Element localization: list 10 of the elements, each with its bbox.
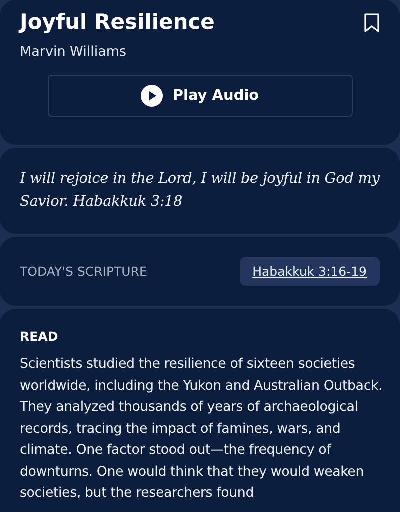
scripture-link[interactable]: Habakkuk 3:16-19 bbox=[240, 257, 380, 286]
article-title: Joyful Resilience bbox=[20, 9, 215, 35]
scripture-label: TODAY'S SCRIPTURE bbox=[20, 264, 148, 279]
play-audio-button[interactable]: Play Audio bbox=[48, 75, 352, 117]
verse-text: I will rejoice in the Lord, I will be joyful in God my Savior. Habakkuk 3:18 bbox=[20, 170, 380, 212]
author-name: Marvin Williams bbox=[20, 43, 128, 61]
bookmark-icon[interactable] bbox=[364, 13, 380, 33]
play-icon bbox=[140, 85, 163, 107]
article-body: Scientists studied the resilience of sixteen societies worldwide, including the Yukon and Australian Outback. They analyzed thousands of years of archaeological records, tracing the impact of famines, wars, and climate. One factor stood out—the frequency of downturns. One would think that they would weaken societies, but the researchers found bbox=[20, 356, 384, 503]
read-heading: READ bbox=[20, 329, 60, 344]
